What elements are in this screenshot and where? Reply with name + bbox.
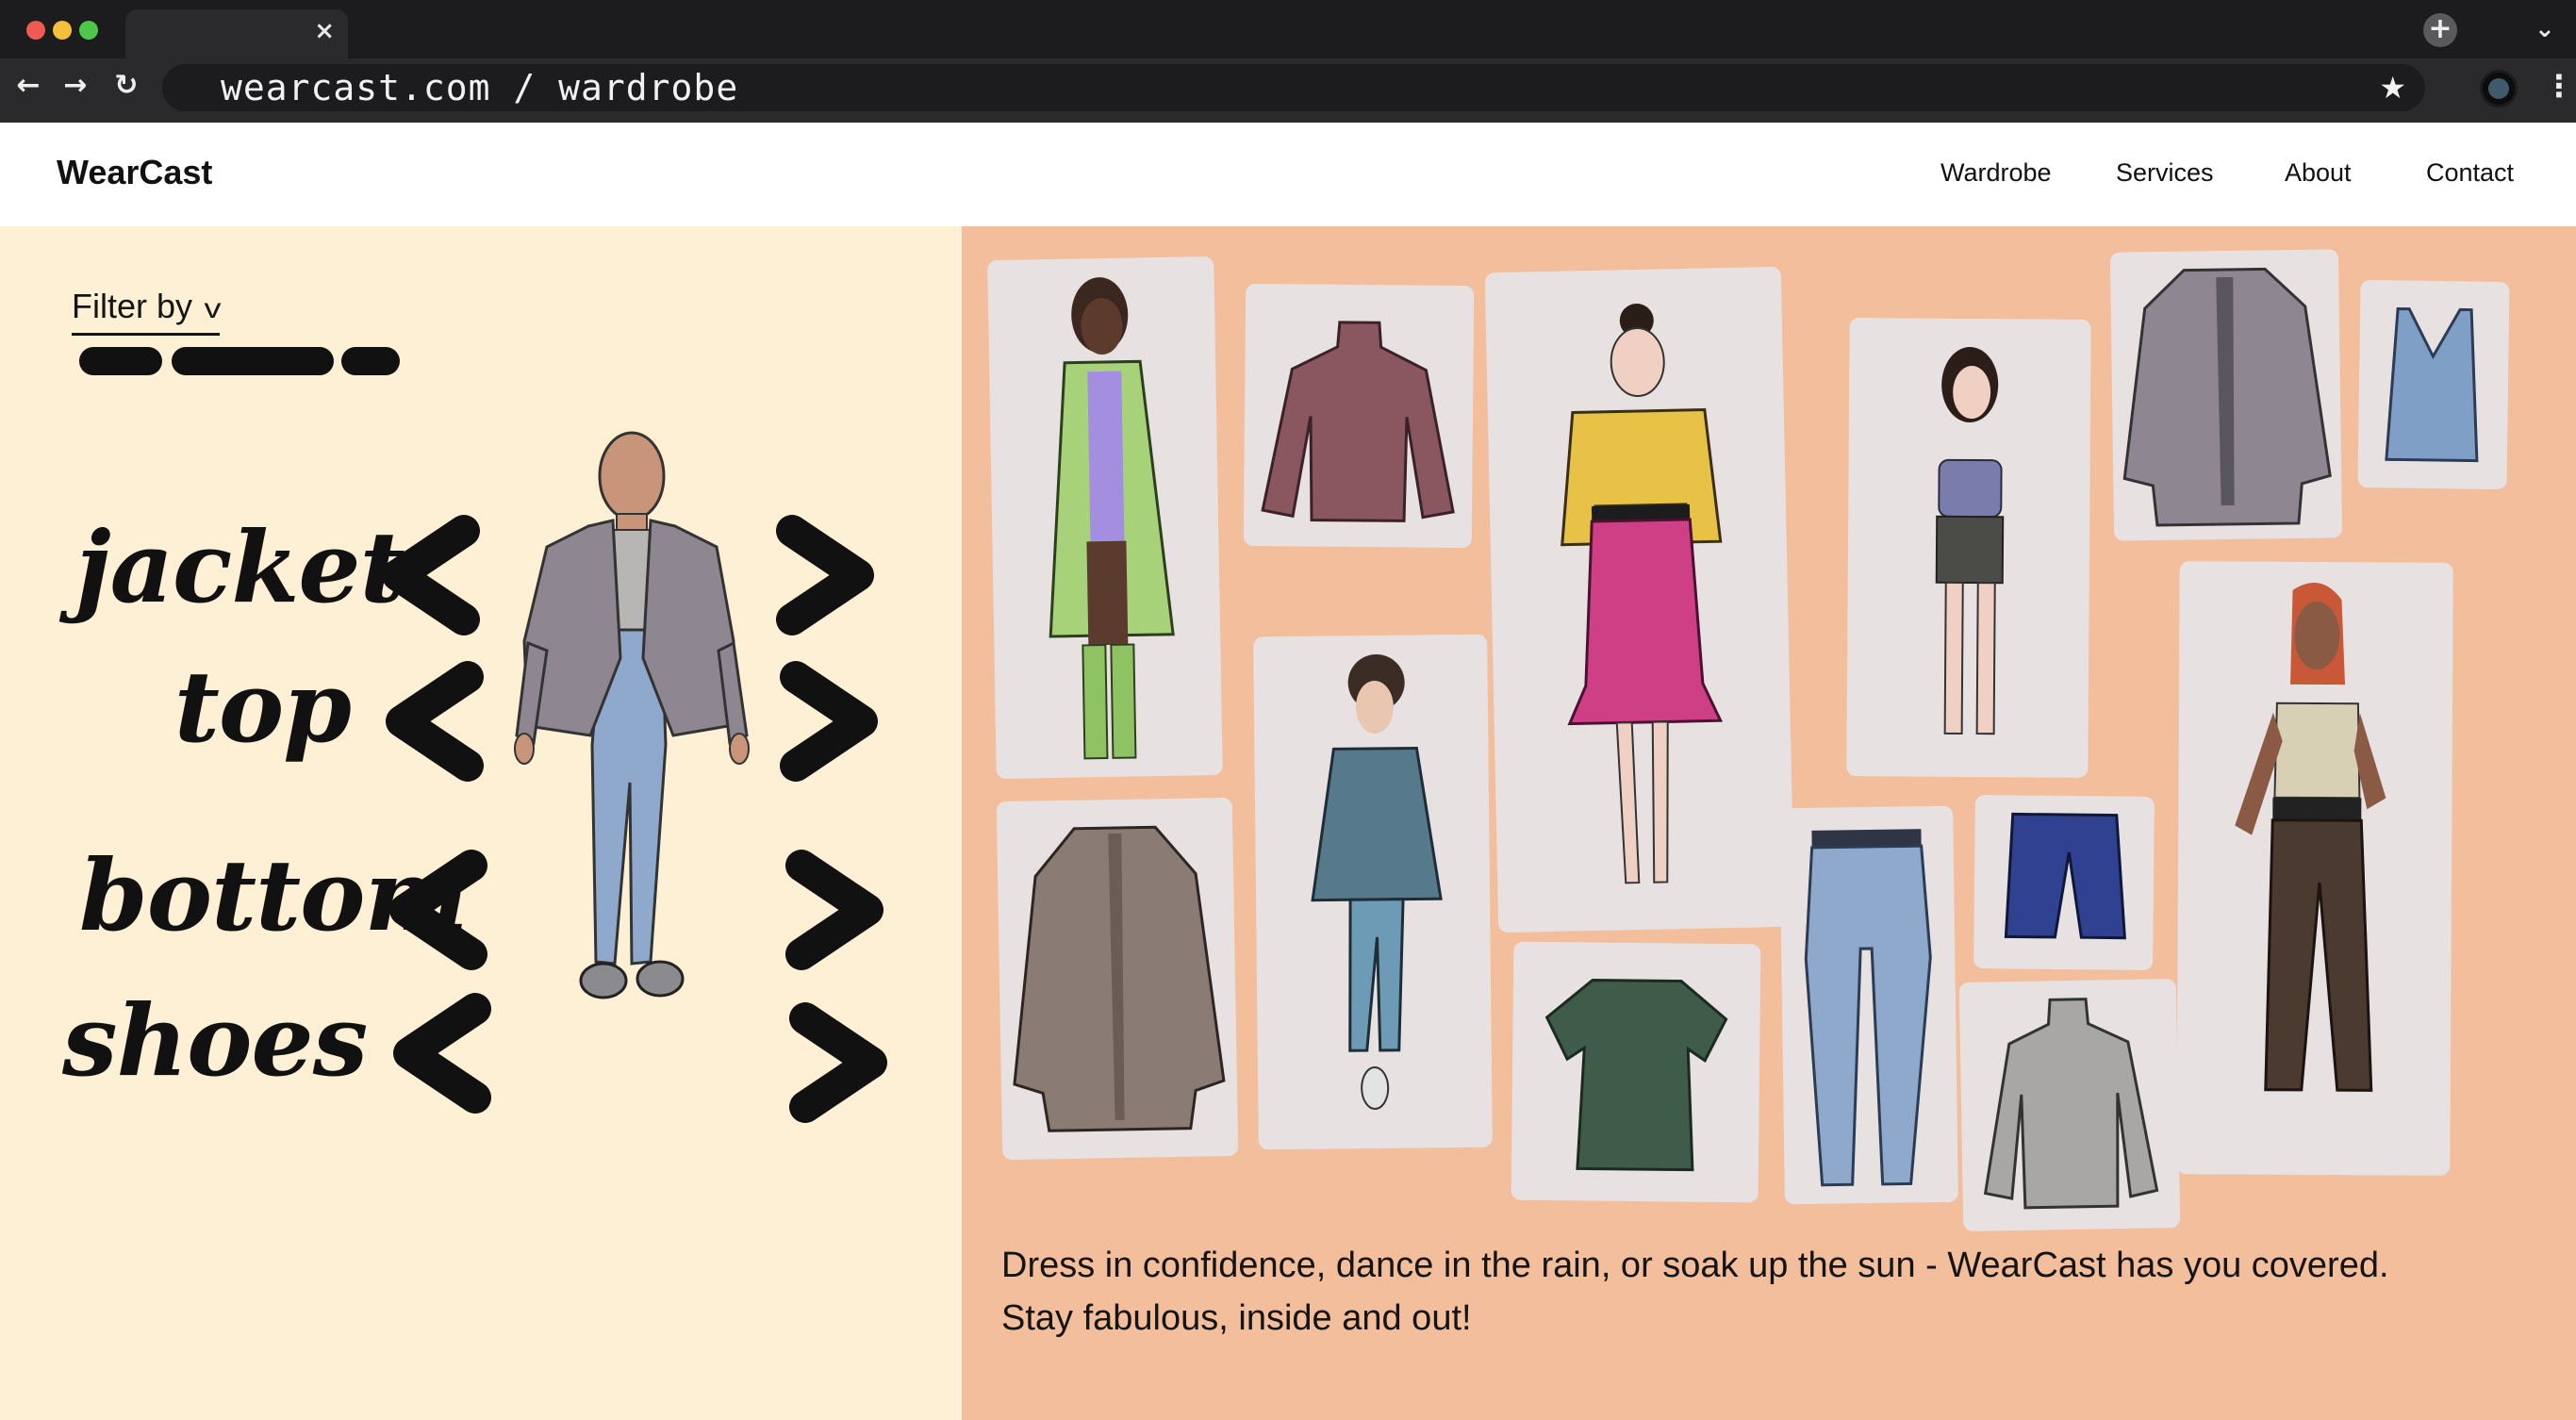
wardrobe-item-pink-skirt-look[interactable] (1484, 266, 1795, 933)
green-coat-look-illustration (1049, 277, 1175, 760)
grey-blazer-illustration (2122, 267, 2332, 527)
brown-overcoat-illustration (1013, 825, 1226, 1132)
nav-link-services[interactable]: Services (2116, 155, 2214, 190)
wardrobe-item-mauve-sweater[interactable] (1243, 283, 1475, 549)
browser-tab[interactable]: × (125, 9, 348, 58)
filter-dropdown[interactable]: Filter by v (72, 285, 222, 336)
outfit-builder-panel: Filter by v jacket top bottom shoes (0, 226, 962, 1420)
wardrobe-item-navy-trousers[interactable] (1973, 795, 2155, 970)
wardrobe-item-grey-blazer[interactable] (2109, 249, 2343, 541)
shoes-next-arrow-icon[interactable] (788, 1001, 892, 1124)
mauve-sweater-illustration (1261, 321, 1455, 522)
address-bar[interactable]: wearcast.com / wardrobe ★ (162, 64, 2425, 111)
tagline: Dress in confidence, dance in the rain, … (1001, 1239, 2548, 1345)
site-header: WearCast Wardrobe Services About Contact (0, 123, 2576, 226)
brown-trousers-look-illustration (2235, 583, 2386, 1092)
tagline-line-2: Stay fabulous, inside and out! (1001, 1298, 1472, 1338)
bottom-next-arrow-icon[interactable] (784, 849, 888, 971)
teal-blazer-look-illustration (1311, 653, 1443, 1110)
site-logo[interactable]: WearCast (57, 151, 212, 194)
reload-icon[interactable]: ↻ (109, 68, 143, 104)
back-icon[interactable]: ← (11, 68, 45, 104)
wardrobe-item-green-tee[interactable] (1511, 941, 1761, 1203)
bottom-prev-arrow-icon[interactable] (385, 849, 488, 971)
forward-icon[interactable]: → (58, 68, 92, 104)
tab-close-icon[interactable]: × (314, 17, 335, 45)
top-prev-arrow-icon[interactable] (381, 660, 485, 783)
minimize-window-button[interactable] (53, 21, 72, 40)
nav-link-about[interactable]: About (2285, 155, 2352, 190)
url-text[interactable]: wearcast.com / wardrobe (221, 68, 738, 107)
top-next-arrow-icon[interactable] (779, 660, 883, 783)
shoes-prev-arrow-icon[interactable] (388, 992, 492, 1115)
nav-link-contact[interactable]: Contact (2426, 155, 2514, 190)
category-label-top: top (173, 649, 352, 765)
wardrobe-item-brown-trousers-look[interactable] (2176, 561, 2453, 1176)
light-jeans-illustration (1804, 829, 1932, 1187)
browser-menu-icon[interactable]: ⋮ (2544, 68, 2574, 104)
wardrobe-item-brown-overcoat[interactable] (996, 797, 1239, 1161)
wardrobe-item-blue-cami[interactable] (2357, 279, 2510, 490)
category-label-shoes: shoes (62, 982, 368, 1098)
category-label-jacket: jacket (75, 509, 405, 625)
jacket-prev-arrow-icon[interactable] (377, 514, 481, 636)
green-tee-illustration (1544, 979, 1728, 1172)
category-label-bottom: bottom (79, 837, 469, 953)
filter-label: Filter by (72, 287, 193, 325)
filter-chip[interactable] (341, 347, 400, 375)
pink-skirt-look-illustration (1560, 304, 1724, 884)
wardrobe-item-corset-look[interactable] (1846, 318, 2091, 778)
filter-chip[interactable] (172, 347, 334, 375)
filter-chip[interactable] (79, 347, 162, 375)
new-tab-button[interactable]: + (2423, 13, 2457, 47)
wardrobe-item-light-jeans[interactable] (1779, 805, 1958, 1205)
grey-turtleneck-illustration (1983, 998, 2159, 1210)
corset-look-illustration (1935, 347, 2005, 735)
nav-link-wardrobe[interactable]: Wardrobe (1940, 155, 2052, 190)
blue-cami-illustration (2385, 306, 2479, 463)
bookmark-star-icon[interactable]: ★ (2379, 68, 2406, 107)
browser-chrome: × + ⌄ ← → ↻ wearcast.com / wardrobe ★ ⋮ (0, 0, 2576, 123)
maximize-window-button[interactable] (79, 21, 98, 40)
wardrobe-item-grey-turtleneck[interactable] (1958, 979, 2181, 1231)
tagline-line-1: Dress in confidence, dance in the rain, … (1001, 1246, 2389, 1285)
jacket-next-arrow-icon[interactable] (775, 514, 879, 636)
tab-bar: × + ⌄ (0, 0, 2576, 58)
wardrobe-item-green-coat-look[interactable] (987, 256, 1223, 780)
navy-trousers-illustration (2004, 812, 2126, 940)
wardrobe-item-teal-blazer-look[interactable] (1253, 634, 1493, 1150)
close-window-button[interactable] (26, 21, 45, 40)
profile-avatar[interactable] (2480, 70, 2518, 107)
outfit-preview-mannequin (514, 431, 750, 999)
wardrobe-gallery: Dress in confidence, dance in the rain, … (962, 226, 2576, 1420)
tab-list-chevron-icon[interactable]: ⌄ (2535, 15, 2555, 43)
chevron-down-icon: v (204, 293, 222, 324)
